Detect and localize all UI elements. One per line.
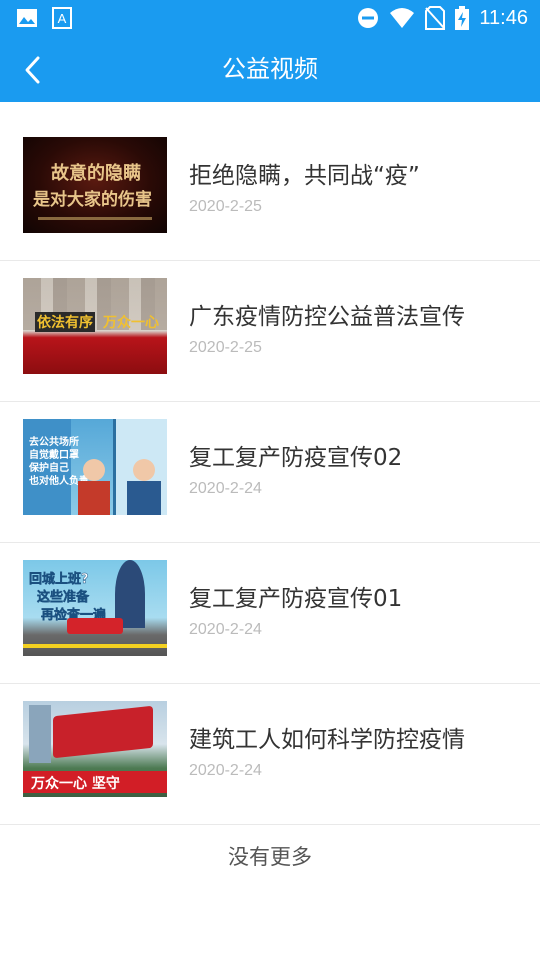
video-date: 2020-2-25	[189, 339, 262, 356]
video-title: 广东疫情防控公益普法宣传	[189, 304, 465, 330]
page-title: 公益视频	[222, 55, 318, 83]
svg-text:A: A	[58, 11, 67, 26]
status-time: 11:46	[479, 6, 528, 29]
video-list: 故意的隐瞒 是对大家的伤害 拒绝隐瞒，共同战“疫” 2020-2-25 依法有序…	[0, 120, 540, 825]
status-bar: A 11:46	[0, 0, 540, 37]
no-sim-icon	[425, 6, 446, 30]
video-list-item[interactable]: 回城上班? 这些准备 再检查一遍 复工复产防疫宣传01 2020-2-24	[0, 543, 540, 684]
video-thumbnail: 回城上班? 这些准备 再检查一遍	[23, 560, 167, 656]
video-list-item[interactable]: 故意的隐瞒 是对大家的伤害 拒绝隐瞒，共同战“疫” 2020-2-25	[0, 120, 540, 261]
video-thumbnail: 故意的隐瞒 是对大家的伤害	[23, 137, 167, 233]
battery-icon	[455, 6, 470, 30]
no-more-text: 没有更多	[228, 845, 312, 869]
video-title: 复工复产防疫宣传01	[189, 586, 403, 612]
video-date: 2020-2-25	[189, 198, 262, 215]
app-bar: 公益视频	[0, 37, 540, 102]
video-title: 复工复产防疫宣传02	[189, 445, 403, 471]
video-thumbnail: 万众一心 坚守	[23, 701, 167, 797]
wifi-icon	[390, 8, 415, 28]
video-list-item[interactable]: 万众一心 坚守 建筑工人如何科学防控疫情 2020-2-24	[0, 684, 540, 825]
video-date: 2020-2-24	[189, 480, 262, 497]
video-date: 2020-2-24	[189, 621, 262, 638]
video-list-item[interactable]: 依法有序 万众一心 广东疫情防控公益普法宣传 2020-2-25	[0, 261, 540, 402]
video-date: 2020-2-24	[189, 762, 262, 779]
video-thumbnail: 依法有序 万众一心	[23, 278, 167, 374]
text-icon: A	[52, 7, 72, 29]
video-title: 拒绝隐瞒，共同战“疫”	[189, 163, 420, 189]
video-title: 建筑工人如何科学防控疫情	[189, 727, 465, 753]
gallery-icon	[17, 9, 37, 27]
video-list-item[interactable]: 去公共场所 自觉戴口罩 保护自己 也对他人负责 复工复产防疫宣传02 2020-…	[0, 402, 540, 543]
dnd-icon	[358, 8, 379, 28]
video-thumbnail: 去公共场所 自觉戴口罩 保护自己 也对他人负责	[23, 419, 167, 515]
